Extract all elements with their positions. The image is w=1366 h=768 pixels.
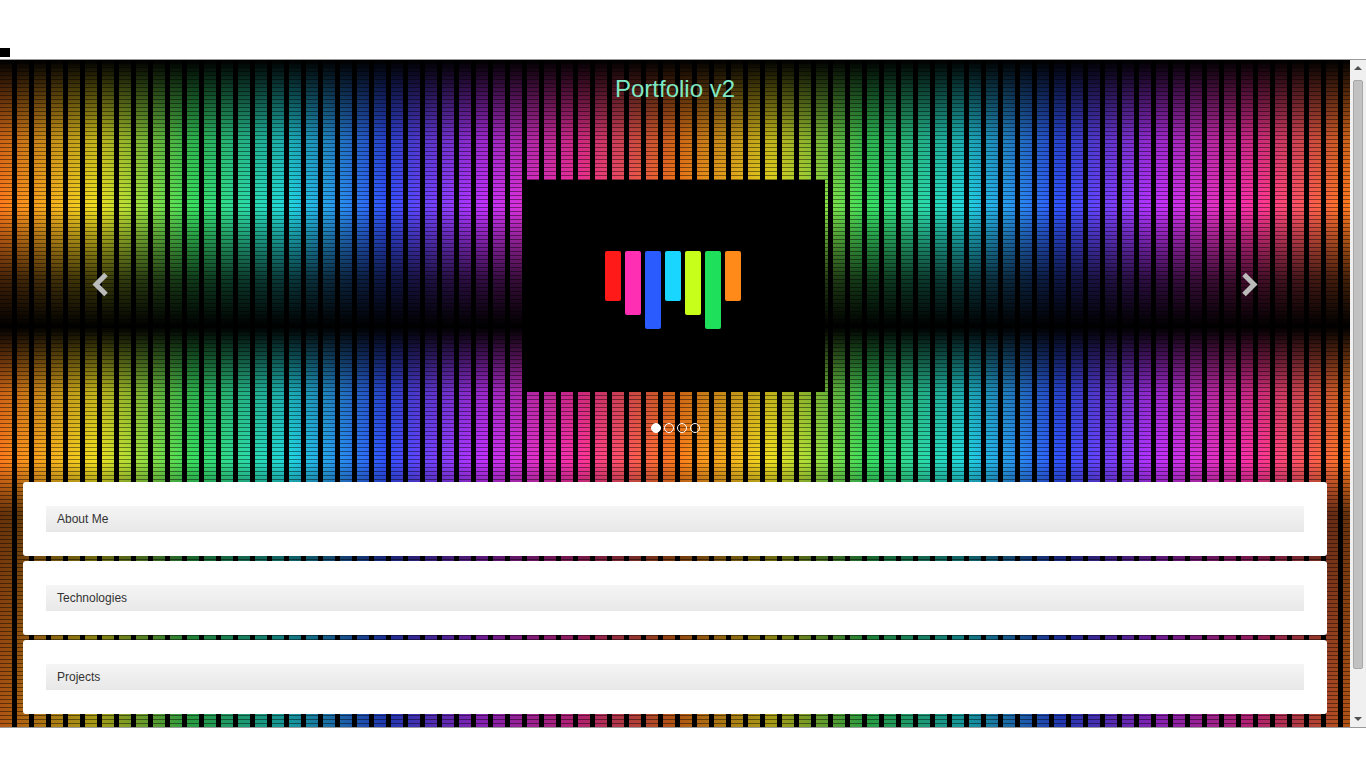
panel-card: About Me xyxy=(23,482,1327,556)
chevron-left-icon xyxy=(90,272,112,298)
scroll-thumb[interactable] xyxy=(1353,80,1363,669)
carousel-prev-button[interactable] xyxy=(90,272,112,301)
bottom-strip xyxy=(0,727,1366,768)
panel-card: Technologies xyxy=(23,561,1327,635)
scroll-up-icon[interactable] xyxy=(1350,60,1366,76)
scroll-down-icon[interactable] xyxy=(1350,711,1366,727)
top-strip xyxy=(0,0,1366,60)
carousel-indicator[interactable] xyxy=(664,423,674,433)
scrollbar[interactable] xyxy=(1350,60,1366,727)
slide-image xyxy=(525,180,825,392)
page-title: Portfolio v2 xyxy=(0,74,1350,104)
page: Portfolio v2 About Me Technologies Projects xyxy=(0,60,1350,727)
chevron-right-icon xyxy=(1238,272,1260,298)
carousel-indicators xyxy=(0,423,1350,433)
panel-list: About Me Technologies Projects xyxy=(0,482,1350,714)
viewport: Portfolio v2 About Me Technologies Projects xyxy=(0,60,1366,727)
carousel xyxy=(0,180,1350,392)
carousel-next-button[interactable] xyxy=(1238,272,1260,301)
panel-header[interactable]: About Me xyxy=(46,506,1304,532)
corner-mark xyxy=(0,48,10,57)
panel-header[interactable]: Technologies xyxy=(46,585,1304,611)
scroll-track xyxy=(1350,76,1366,711)
carousel-indicator[interactable] xyxy=(651,423,661,433)
browser-screen: Portfolio v2 About Me Technologies Projects xyxy=(0,0,1366,768)
slide-art-icon xyxy=(595,231,755,341)
panel-header[interactable]: Projects xyxy=(46,664,1304,690)
carousel-indicator[interactable] xyxy=(677,423,687,433)
carousel-indicator[interactable] xyxy=(690,423,700,433)
panel-card: Projects xyxy=(23,640,1327,714)
